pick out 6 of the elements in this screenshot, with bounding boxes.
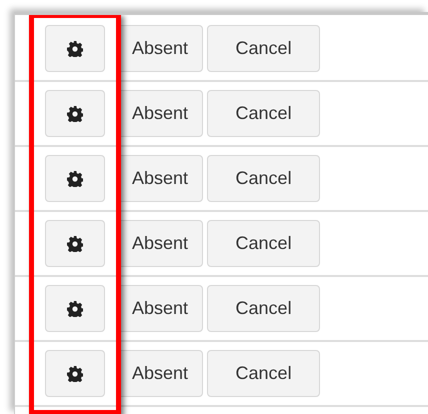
cancel-button[interactable]: Cancel (207, 25, 320, 72)
cancel-button[interactable]: Cancel (207, 220, 320, 267)
cancel-button[interactable]: Cancel (207, 155, 320, 202)
cancel-button[interactable]: Cancel (207, 90, 320, 137)
cancel-button[interactable]: Cancel (207, 350, 320, 397)
cancel-button[interactable]: Cancel (207, 285, 320, 332)
